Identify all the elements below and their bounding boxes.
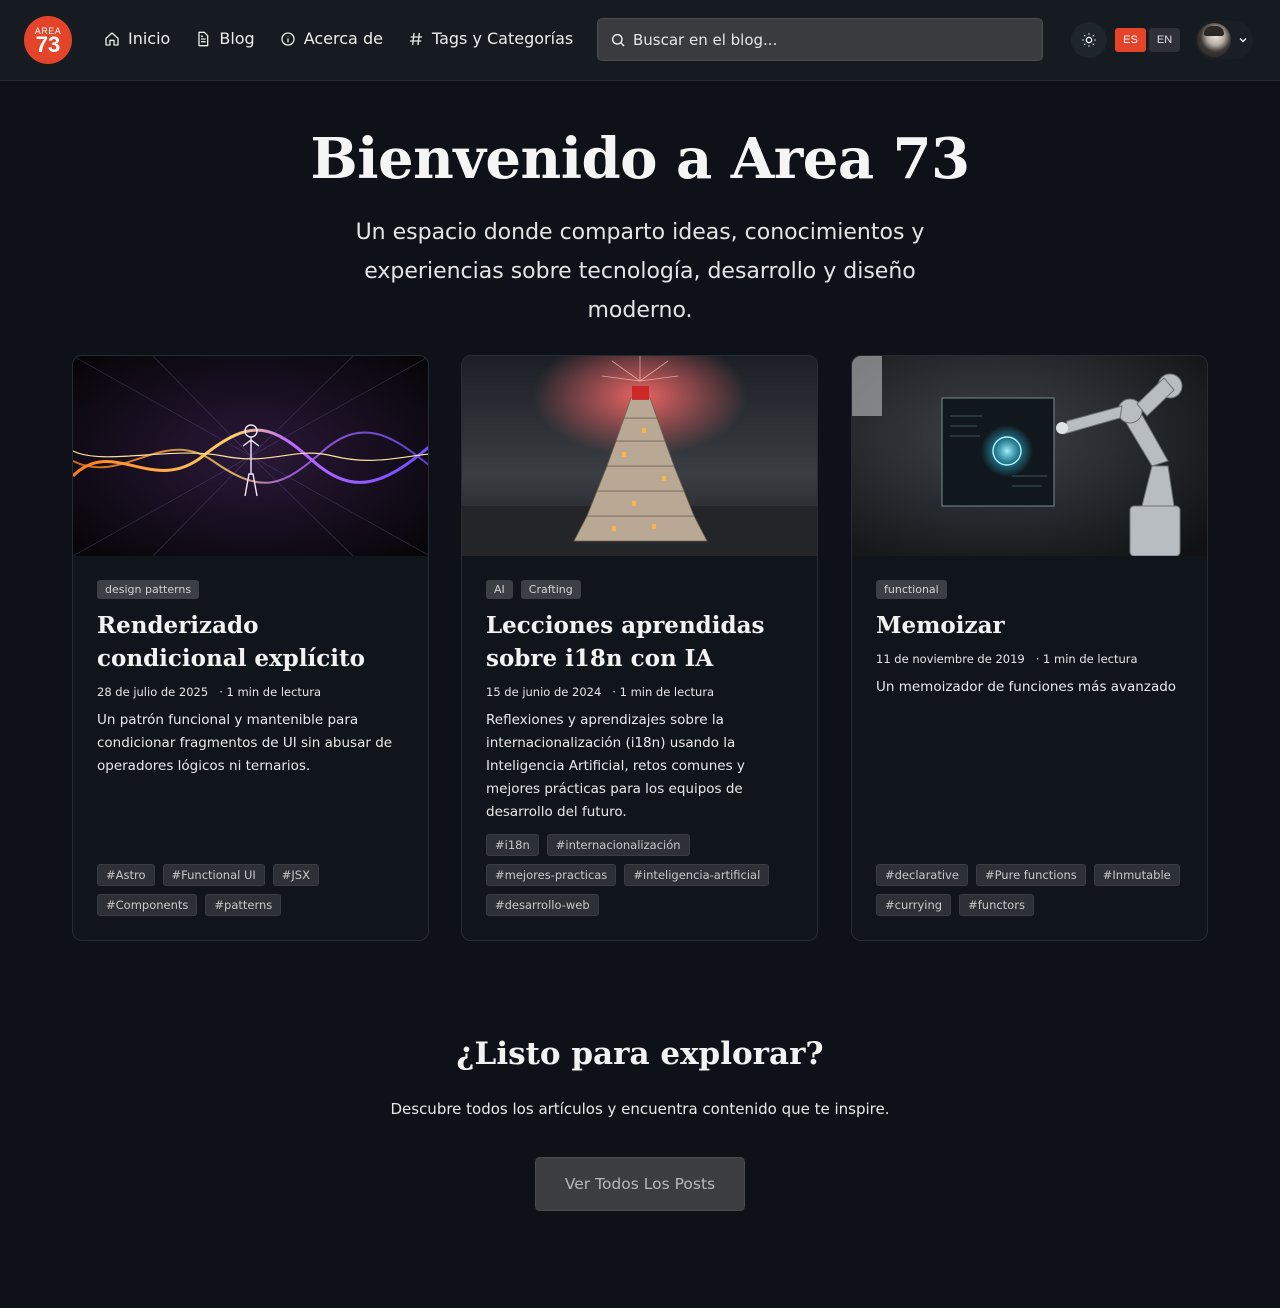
tag-chip[interactable]: #internacionalización <box>546 834 690 856</box>
post-card-body: AI Crafting Lecciones aprendidas sobre i… <box>462 556 817 940</box>
nav-blog-label: Blog <box>219 29 255 48</box>
search-input[interactable] <box>633 30 1013 49</box>
post-title[interactable]: Lecciones aprendidas sobre i18n con IA <box>486 609 793 675</box>
category-badge[interactable]: functional <box>876 580 947 599</box>
post-tags: #i18n #internacionalización #mejores-pra… <box>486 834 797 916</box>
info-icon <box>281 31 295 46</box>
tag-chip[interactable]: #declarative <box>876 864 968 886</box>
user-menu[interactable] <box>1195 21 1253 59</box>
reading-time: · 1 min de lectura <box>612 685 715 699</box>
nav-tags[interactable]: Tags y Categorías <box>408 29 573 48</box>
hero-title: Bienvenido a Area 73 <box>310 126 970 192</box>
main-nav: Inicio Blog Acerca de Tags y Categorías <box>104 29 598 48</box>
post-card[interactable]: functional Memoizar 11 de noviembre de 2… <box>851 355 1208 941</box>
nav-acerca-label: Acerca de <box>303 29 383 48</box>
lang-en-button[interactable]: EN <box>1149 28 1180 52</box>
home-icon <box>105 31 119 46</box>
post-date: 11 de noviembre de 2019 <box>876 652 1025 666</box>
post-tags: #declarative #Pure functions #Inmutable … <box>876 864 1187 916</box>
post-meta: 11 de noviembre de 2019 · 1 min de lectu… <box>876 652 1183 666</box>
theme-toggle-button[interactable] <box>1071 22 1107 58</box>
post-card[interactable]: design patterns Renderizado condicional … <box>72 355 429 941</box>
category-badges: AI Crafting <box>486 580 793 599</box>
tag-chip[interactable]: #JSX <box>272 864 319 886</box>
site-header: AREA 73 Inicio Blog Acerca de Tags y Cat… <box>0 0 1280 81</box>
tag-chip[interactable]: #functors <box>959 894 1034 916</box>
tag-chip[interactable]: #Components <box>97 894 198 916</box>
search-icon <box>611 33 625 47</box>
post-date: 15 de junio de 2024 <box>486 685 602 699</box>
post-image-babel-tower[interactable] <box>462 356 817 556</box>
post-title[interactable]: Memoizar <box>876 609 1183 642</box>
nav-acerca[interactable]: Acerca de <box>280 29 383 48</box>
tag-chip[interactable]: #patterns <box>205 894 282 916</box>
post-tags: #Astro #Functional UI #JSX #Components #… <box>97 864 408 916</box>
post-meta: 15 de junio de 2024 · 1 min de lectura <box>486 685 793 699</box>
category-badge[interactable]: design patterns <box>97 580 200 599</box>
search-box[interactable] <box>597 18 1043 61</box>
tag-chip[interactable]: #Pure functions <box>975 864 1086 886</box>
sun-icon <box>1082 33 1096 47</box>
post-card[interactable]: AI Crafting Lecciones aprendidas sobre i… <box>461 355 818 941</box>
tag-chip[interactable]: #currying <box>876 894 952 916</box>
nav-inicio-label: Inicio <box>128 29 171 48</box>
reading-time: · 1 min de lectura <box>219 685 322 699</box>
tag-chip[interactable]: #desarrollo-web <box>486 894 599 916</box>
document-icon <box>198 31 209 46</box>
logo-main-text: 73 <box>35 32 61 57</box>
post-title[interactable]: Renderizado condicional explícito <box>97 609 404 675</box>
post-card-body: design patterns Renderizado condicional … <box>73 556 428 940</box>
post-image-robot-arm[interactable] <box>852 356 1207 556</box>
category-badges: design patterns <box>97 580 404 599</box>
cta-title: ¿Listo para explorar? <box>456 1036 824 1072</box>
category-badge[interactable]: AI <box>486 580 513 599</box>
area73-logo[interactable]: AREA 73 <box>24 16 72 64</box>
category-badges: functional <box>876 580 1183 599</box>
post-meta: 28 de julio de 2025 · 1 min de lectura <box>97 685 404 699</box>
post-date: 28 de julio de 2025 <box>97 685 209 699</box>
post-image-energy-figure[interactable] <box>73 356 428 556</box>
tag-chip[interactable]: #i18n <box>486 834 539 856</box>
tag-chip[interactable]: #mejores-practicas <box>486 864 617 886</box>
post-description: Un memoizador de funciones más avanzado <box>876 679 1177 695</box>
hero-subtitle: Un espacio donde comparto ideas, conocim… <box>355 220 925 323</box>
tag-chip[interactable]: #Inmutable <box>1093 864 1180 886</box>
chevron-down-icon <box>1239 37 1247 43</box>
cta-subtitle: Descubre todos los artículos y encuentra… <box>390 1100 890 1118</box>
avatar <box>1197 23 1231 57</box>
reading-time: · 1 min de lectura <box>1035 652 1138 666</box>
tag-chip[interactable]: #inteligencia-artificial <box>624 864 770 886</box>
tag-chip[interactable]: #Functional UI <box>162 864 265 886</box>
tag-chip[interactable]: #Astro <box>97 864 155 886</box>
post-description: Reflexiones y aprendizajes sobre la inte… <box>486 712 745 820</box>
nav-inicio[interactable]: Inicio <box>104 29 170 48</box>
hash-icon <box>409 32 422 45</box>
category-badge[interactable]: Crafting <box>520 580 581 599</box>
nav-blog[interactable]: Blog <box>195 29 255 48</box>
nav-tags-label: Tags y Categorías <box>431 29 574 48</box>
lang-es-button[interactable]: ES <box>1115 28 1146 52</box>
view-all-posts-button[interactable]: Ver Todos Los Posts <box>535 1157 745 1211</box>
post-description: Un patrón funcional y mantenible para co… <box>97 712 393 774</box>
post-card-body: functional Memoizar 11 de noviembre de 2… <box>852 556 1207 940</box>
